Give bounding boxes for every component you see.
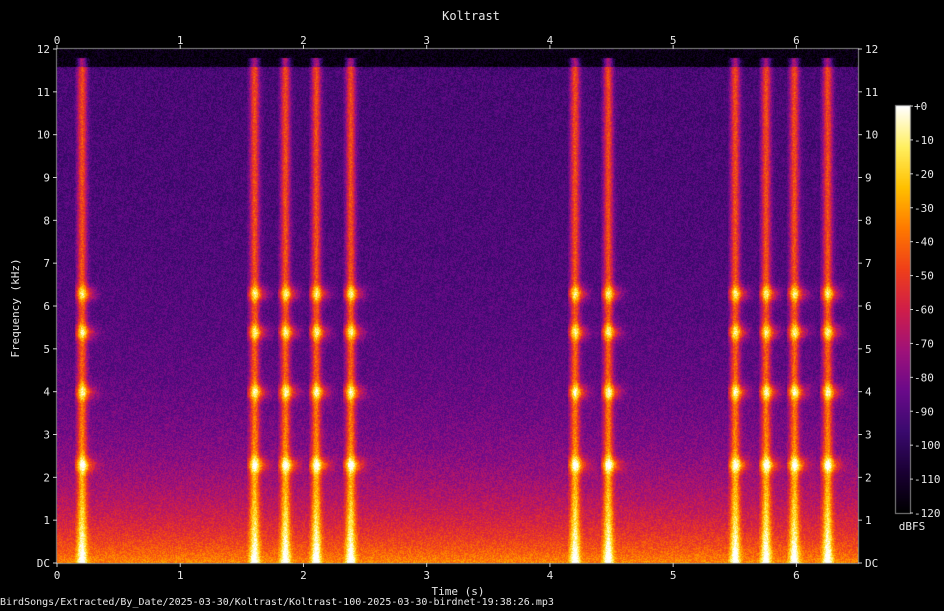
y-axis-label: Frequency (kHz) (9, 258, 22, 357)
colorbar-tick-label: -110 (914, 473, 941, 486)
y-tick-label-left: 6 (43, 300, 50, 313)
y-tick-label-right: 1 (865, 514, 872, 527)
colorbar-tick-label: -60 (914, 304, 934, 317)
y-tick-label-right: 5 (865, 343, 872, 356)
y-tick-label-right: 4 (865, 386, 872, 399)
y-tick-label-left: 9 (43, 172, 50, 185)
y-tick-label-right: 9 (865, 172, 872, 185)
y-tick-label-left: 4 (43, 386, 50, 399)
x-tick-label-top: 4 (547, 34, 554, 47)
y-tick-label-right: 8 (865, 214, 872, 227)
x-tick-label-bottom: 5 (670, 569, 677, 582)
axis-ticks: 00112233445566DC DC1 12 23 34 45 56 67 78 89 910 10… (37, 34, 941, 582)
y-tick-label-right: 10 (865, 129, 878, 142)
y-tick-label-left: 7 (43, 257, 50, 270)
colorbar-label: dBFS (899, 520, 926, 533)
spectrogram-axes: Koltrast Time (s) Frequency (kHz) dBFS 0… (9, 9, 941, 598)
colorbar-tick-label: -80 (914, 371, 934, 384)
y-tick-label-right: 6 (865, 300, 872, 313)
colorbar-tick-label: -50 (914, 270, 934, 283)
x-tick-label-bottom: 4 (547, 569, 554, 582)
colorbar-tick-label: -70 (914, 337, 934, 350)
x-tick-label-top: 6 (793, 34, 800, 47)
y-tick-label-left: 3 (43, 429, 50, 442)
x-tick-label-top: 0 (54, 34, 61, 47)
colorbar-tick-label: -10 (914, 134, 934, 147)
file-path: BirdSongs/Extracted/By_Date/2025-03-30/K… (0, 597, 554, 608)
y-tick-label-left: 2 (43, 471, 50, 484)
y-tick-label-right: 7 (865, 257, 872, 270)
y-tick-label-left: 11 (37, 86, 50, 99)
x-tick-label-bottom: 1 (177, 569, 184, 582)
colorbar-tick-label: -30 (914, 202, 934, 215)
x-tick-label-top: 2 (300, 34, 307, 47)
x-tick-label-bottom: 3 (423, 569, 430, 582)
y-tick-label-left: 8 (43, 214, 50, 227)
y-tick-label-right: DC (865, 557, 878, 570)
y-tick-label-right: 3 (865, 429, 872, 442)
colorbar-tick-label: -120 (914, 507, 941, 520)
x-tick-label-top: 5 (670, 34, 677, 47)
colorbar-tick-label: -40 (914, 236, 934, 249)
colorbar-tick-label: -100 (914, 439, 941, 452)
chart-title: Koltrast (442, 9, 500, 23)
x-tick-label-bottom: 0 (54, 569, 61, 582)
x-tick-label-top: 3 (423, 34, 430, 47)
y-tick-label-right: 12 (865, 43, 878, 56)
y-tick-label-left: 5 (43, 343, 50, 356)
colorbar-tick-label: +0 (914, 100, 927, 113)
x-tick-label-bottom: 6 (793, 569, 800, 582)
colorbar-tick-label: -90 (914, 405, 934, 418)
y-tick-label-left: DC (37, 557, 50, 570)
y-tick-label-right: 2 (865, 471, 872, 484)
y-tick-label-left: 10 (37, 129, 50, 142)
y-tick-label-left: 1 (43, 514, 50, 527)
x-tick-label-bottom: 2 (300, 569, 307, 582)
y-tick-label-left: 12 (37, 43, 50, 56)
x-tick-label-top: 1 (177, 34, 184, 47)
y-tick-label-right: 11 (865, 86, 878, 99)
colorbar-tick-label: -20 (914, 168, 934, 181)
